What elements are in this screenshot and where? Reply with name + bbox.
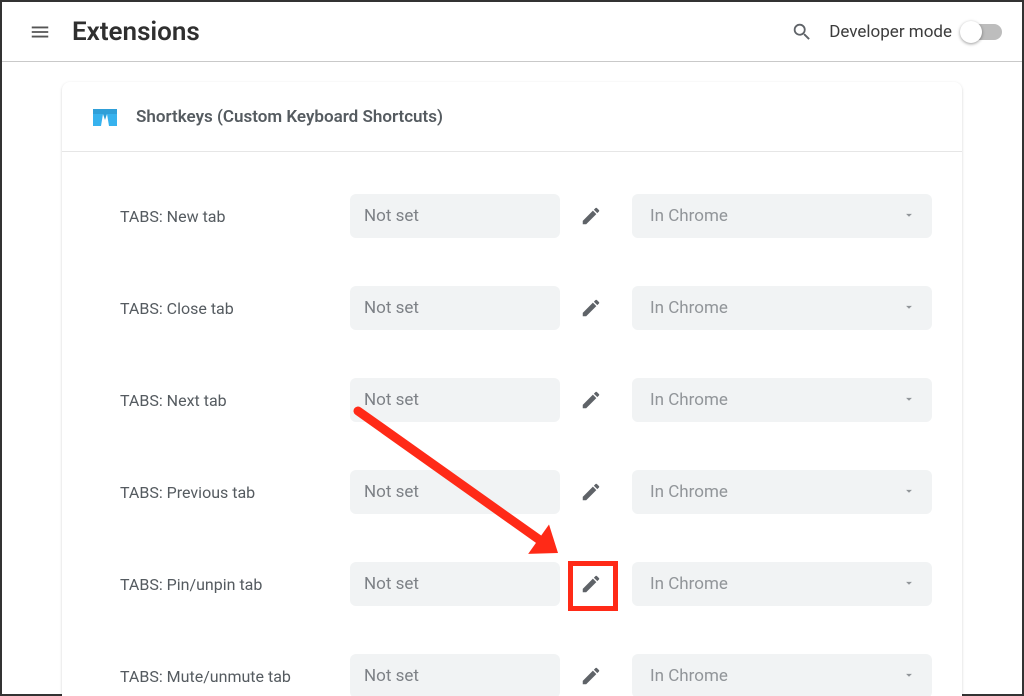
shortcut-input[interactable]: Not set [350, 470, 560, 514]
edit-shortcut-button[interactable] [566, 467, 616, 517]
edit-shortcut-button[interactable] [566, 559, 616, 609]
developer-mode-label: Developer mode [829, 22, 952, 42]
extension-card: Shortkeys (Custom Keyboard Shortcuts) TA… [62, 82, 962, 696]
chevron-down-icon [902, 576, 916, 590]
dropdown-caret [902, 667, 916, 686]
shortcut-row: TABS: Close tab Not set In Chrome [120, 262, 932, 354]
edit-shortcut-button[interactable] [566, 375, 616, 425]
chevron-down-icon [902, 484, 916, 498]
shortcut-input[interactable]: Not set [350, 194, 560, 238]
dropdown-caret [902, 575, 916, 594]
shortcut-input[interactable]: Not set [350, 562, 560, 606]
shortcut-row: TABS: Previous tab Not set In Chrome [120, 446, 932, 538]
pencil-icon [580, 665, 602, 687]
dropdown-caret [902, 299, 916, 318]
shortcut-input[interactable]: Not set [350, 654, 560, 696]
shortcut-label: TABS: Mute/unmute tab [120, 667, 350, 686]
chevron-down-icon [902, 300, 916, 314]
scope-value: In Chrome [650, 482, 902, 502]
scope-value: In Chrome [650, 666, 902, 686]
dropdown-caret [902, 483, 916, 502]
edit-shortcut-button[interactable] [566, 191, 616, 241]
dropdown-caret [902, 391, 916, 410]
scope-select[interactable]: In Chrome [632, 470, 932, 514]
hamburger-icon [29, 21, 51, 43]
developer-mode-toggle[interactable] [962, 24, 1002, 40]
scope-value: In Chrome [650, 206, 902, 226]
card-header: Shortkeys (Custom Keyboard Shortcuts) [62, 82, 962, 152]
search-button[interactable] [785, 15, 819, 49]
scope-value: In Chrome [650, 574, 902, 594]
scope-select[interactable]: In Chrome [632, 194, 932, 238]
pencil-icon [580, 297, 602, 319]
toggle-knob [960, 21, 982, 43]
edit-shortcut-button[interactable] [566, 651, 616, 696]
chevron-down-icon [902, 392, 916, 406]
edit-shortcut-button[interactable] [566, 283, 616, 333]
search-icon [791, 21, 813, 43]
shortcut-row: TABS: Next tab Not set In Chrome [120, 354, 932, 446]
scope-select[interactable]: In Chrome [632, 286, 932, 330]
extension-app-icon [92, 107, 118, 127]
shortcut-label: TABS: Next tab [120, 391, 350, 410]
scope-select[interactable]: In Chrome [632, 378, 932, 422]
scope-select[interactable]: In Chrome [632, 654, 932, 696]
shortcut-label: TABS: Previous tab [120, 483, 350, 502]
scope-value: In Chrome [650, 298, 902, 318]
shortcut-row: TABS: Mute/unmute tab Not set In Chrome [120, 630, 932, 696]
shorts-icon [92, 107, 118, 127]
scope-select[interactable]: In Chrome [632, 562, 932, 606]
pencil-icon [580, 481, 602, 503]
extension-name: Shortkeys (Custom Keyboard Shortcuts) [136, 107, 443, 127]
scope-value: In Chrome [650, 390, 902, 410]
chevron-down-icon [902, 208, 916, 222]
shortcut-input[interactable]: Not set [350, 378, 560, 422]
shortcut-input[interactable]: Not set [350, 286, 560, 330]
stage: Shortkeys (Custom Keyboard Shortcuts) TA… [2, 62, 1022, 696]
pencil-icon [580, 205, 602, 227]
shortcut-row: TABS: New tab Not set In Chrome [120, 170, 932, 262]
pencil-icon [580, 573, 602, 595]
shortcut-label: TABS: New tab [120, 207, 350, 226]
pencil-icon [580, 389, 602, 411]
app-header: Extensions Developer mode [2, 2, 1022, 62]
shortcut-label: TABS: Pin/unpin tab [120, 575, 350, 594]
main-menu-button[interactable] [26, 18, 54, 46]
page-title: Extensions [72, 17, 200, 47]
dropdown-caret [902, 207, 916, 226]
shortcut-row: TABS: Pin/unpin tab Not set In Chrome [120, 538, 932, 630]
chevron-down-icon [902, 668, 916, 682]
shortcut-label: TABS: Close tab [120, 299, 350, 318]
shortcut-rows: TABS: New tab Not set In Chrome TABS: Cl… [62, 152, 962, 696]
